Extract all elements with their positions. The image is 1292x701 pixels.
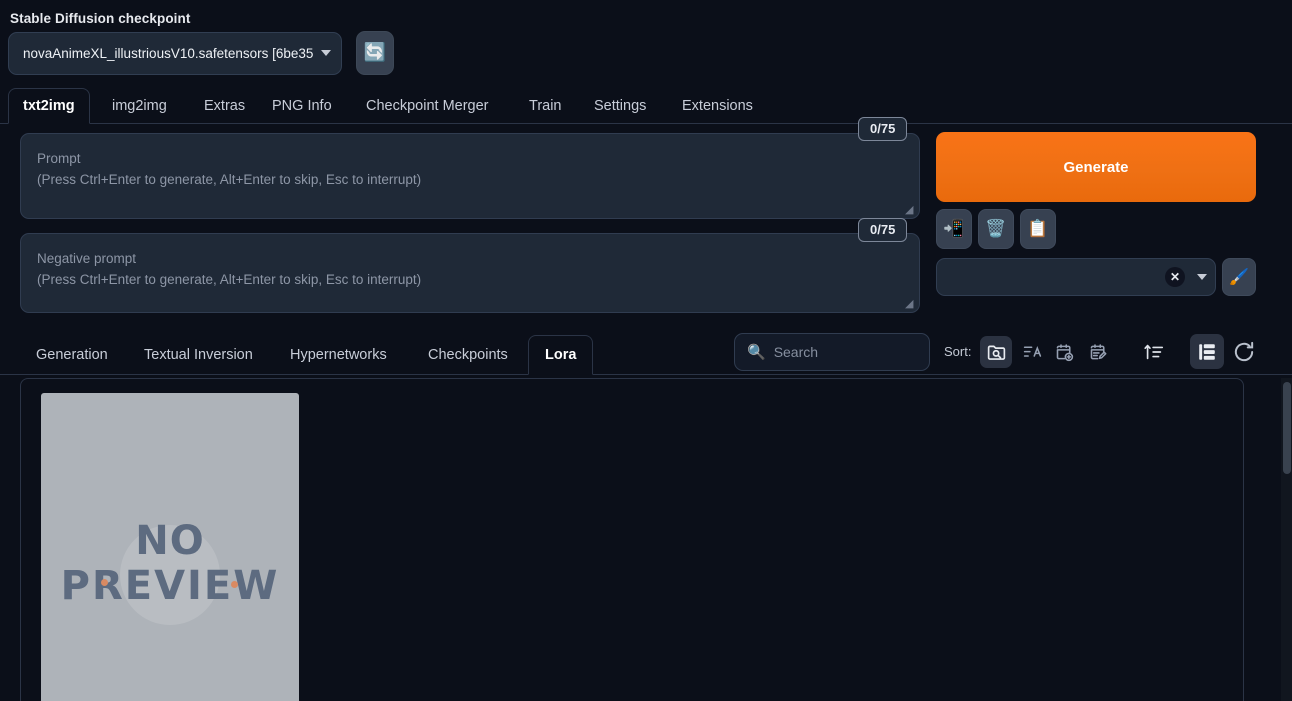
- checkpoint-label: Stable Diffusion checkpoint: [10, 11, 191, 26]
- tree-view-icon[interactable]: [1190, 334, 1224, 369]
- tab-checkpoints[interactable]: Checkpoints: [412, 335, 524, 375]
- tab-lora[interactable]: Lora: [528, 335, 594, 375]
- negative-prompt-placeholder-hint: (Press Ctrl+Enter to generate, Alt+Enter…: [37, 271, 422, 287]
- prompt-token-counter: 0/75: [858, 117, 908, 141]
- sort-label: Sort:: [944, 344, 972, 359]
- cards-scrollbar-thumb[interactable]: [1283, 382, 1291, 474]
- prompt-tools-row: 📲 🗑️ 📋: [936, 209, 1056, 249]
- checkpoint-value: novaAnimeXL_illustriousV10.safetensors […: [23, 45, 314, 61]
- sort-by-date-modified-icon[interactable]: [1082, 336, 1114, 368]
- search-input[interactable]: 🔍 Search: [734, 333, 930, 371]
- resize-handle-icon[interactable]: ◢: [905, 205, 915, 216]
- generate-button[interactable]: Generate: [936, 132, 1256, 202]
- sort-by-date-created-icon[interactable]: [1048, 336, 1080, 368]
- trash-icon: 🗑️: [985, 218, 1007, 239]
- tab-txt2img[interactable]: txt2img: [8, 88, 90, 124]
- apply-style-button[interactable]: 🖌️: [1222, 258, 1256, 296]
- no-preview-line-1: NO: [135, 518, 205, 564]
- main-tab-bar: txt2img img2img Extras PNG Info Checkpoi…: [0, 88, 1292, 124]
- refresh-checkpoint-button[interactable]: 🔄: [356, 31, 394, 75]
- tab-extras[interactable]: Extras: [190, 88, 259, 124]
- paintbrush-icon: 🖌️: [1229, 267, 1249, 286]
- tab-img2img[interactable]: img2img: [98, 88, 181, 124]
- paste-clipboard-button[interactable]: 📋: [1020, 209, 1056, 249]
- sort-by-name-icon[interactable]: [1016, 336, 1048, 368]
- clear-prompt-button[interactable]: 🗑️: [978, 209, 1014, 249]
- negative-prompt-placeholder-label: Negative prompt: [37, 251, 137, 266]
- refresh-icon: 🔄: [363, 42, 387, 63]
- lora-card[interactable]: NO PREVIEW: [41, 393, 299, 701]
- checkpoint-select[interactable]: novaAnimeXL_illustriousV10.safetensors […: [8, 31, 342, 75]
- read-generation-parameters-button[interactable]: 📲: [936, 209, 972, 249]
- clear-styles-icon[interactable]: ✕: [1165, 267, 1185, 287]
- tab-generation[interactable]: Generation: [20, 335, 124, 375]
- no-preview-line-2: PREVIEW: [60, 563, 280, 609]
- tab-checkpoint-merger[interactable]: Checkpoint Merger: [352, 88, 503, 124]
- arrow-into-tray-icon: 📲: [943, 218, 965, 239]
- styles-select[interactable]: ✕: [936, 258, 1216, 296]
- tab-train[interactable]: Train: [515, 88, 576, 124]
- prompt-placeholder-label: Prompt: [37, 151, 81, 166]
- extra-networks-cards-pane: NO PREVIEW: [20, 378, 1244, 701]
- tab-textual-inversion[interactable]: Textual Inversion: [128, 335, 269, 375]
- tab-png-info[interactable]: PNG Info: [258, 88, 346, 124]
- sort-ascending-icon[interactable]: [1138, 336, 1170, 368]
- negative-prompt-textarea[interactable]: Negative prompt (Press Ctrl+Enter to gen…: [20, 233, 920, 313]
- sort-by-path-icon[interactable]: [980, 336, 1012, 368]
- chevron-down-icon: [1197, 274, 1207, 280]
- no-preview-dot-icon: [231, 581, 238, 588]
- tab-extensions[interactable]: Extensions: [668, 88, 767, 124]
- search-icon: 🔍: [747, 342, 766, 361]
- chevron-down-icon: [321, 50, 331, 56]
- clipboard-icon: 📋: [1027, 218, 1049, 239]
- refresh-networks-icon[interactable]: [1230, 338, 1258, 366]
- resize-handle-icon[interactable]: ◢: [905, 299, 915, 310]
- prompt-placeholder-hint: (Press Ctrl+Enter to generate, Alt+Enter…: [37, 171, 422, 187]
- negative-prompt-token-counter: 0/75: [858, 218, 908, 242]
- no-preview-dot-icon: [101, 579, 108, 586]
- tab-hypernetworks[interactable]: Hypernetworks: [274, 335, 403, 375]
- no-preview-placeholder: NO PREVIEW: [41, 518, 299, 625]
- prompt-textarea[interactable]: Prompt (Press Ctrl+Enter to generate, Al…: [20, 133, 920, 219]
- tab-settings[interactable]: Settings: [580, 88, 660, 124]
- search-placeholder: Search: [773, 344, 819, 360]
- checkpoint-row: novaAnimeXL_illustriousV10.safetensors […: [8, 31, 394, 75]
